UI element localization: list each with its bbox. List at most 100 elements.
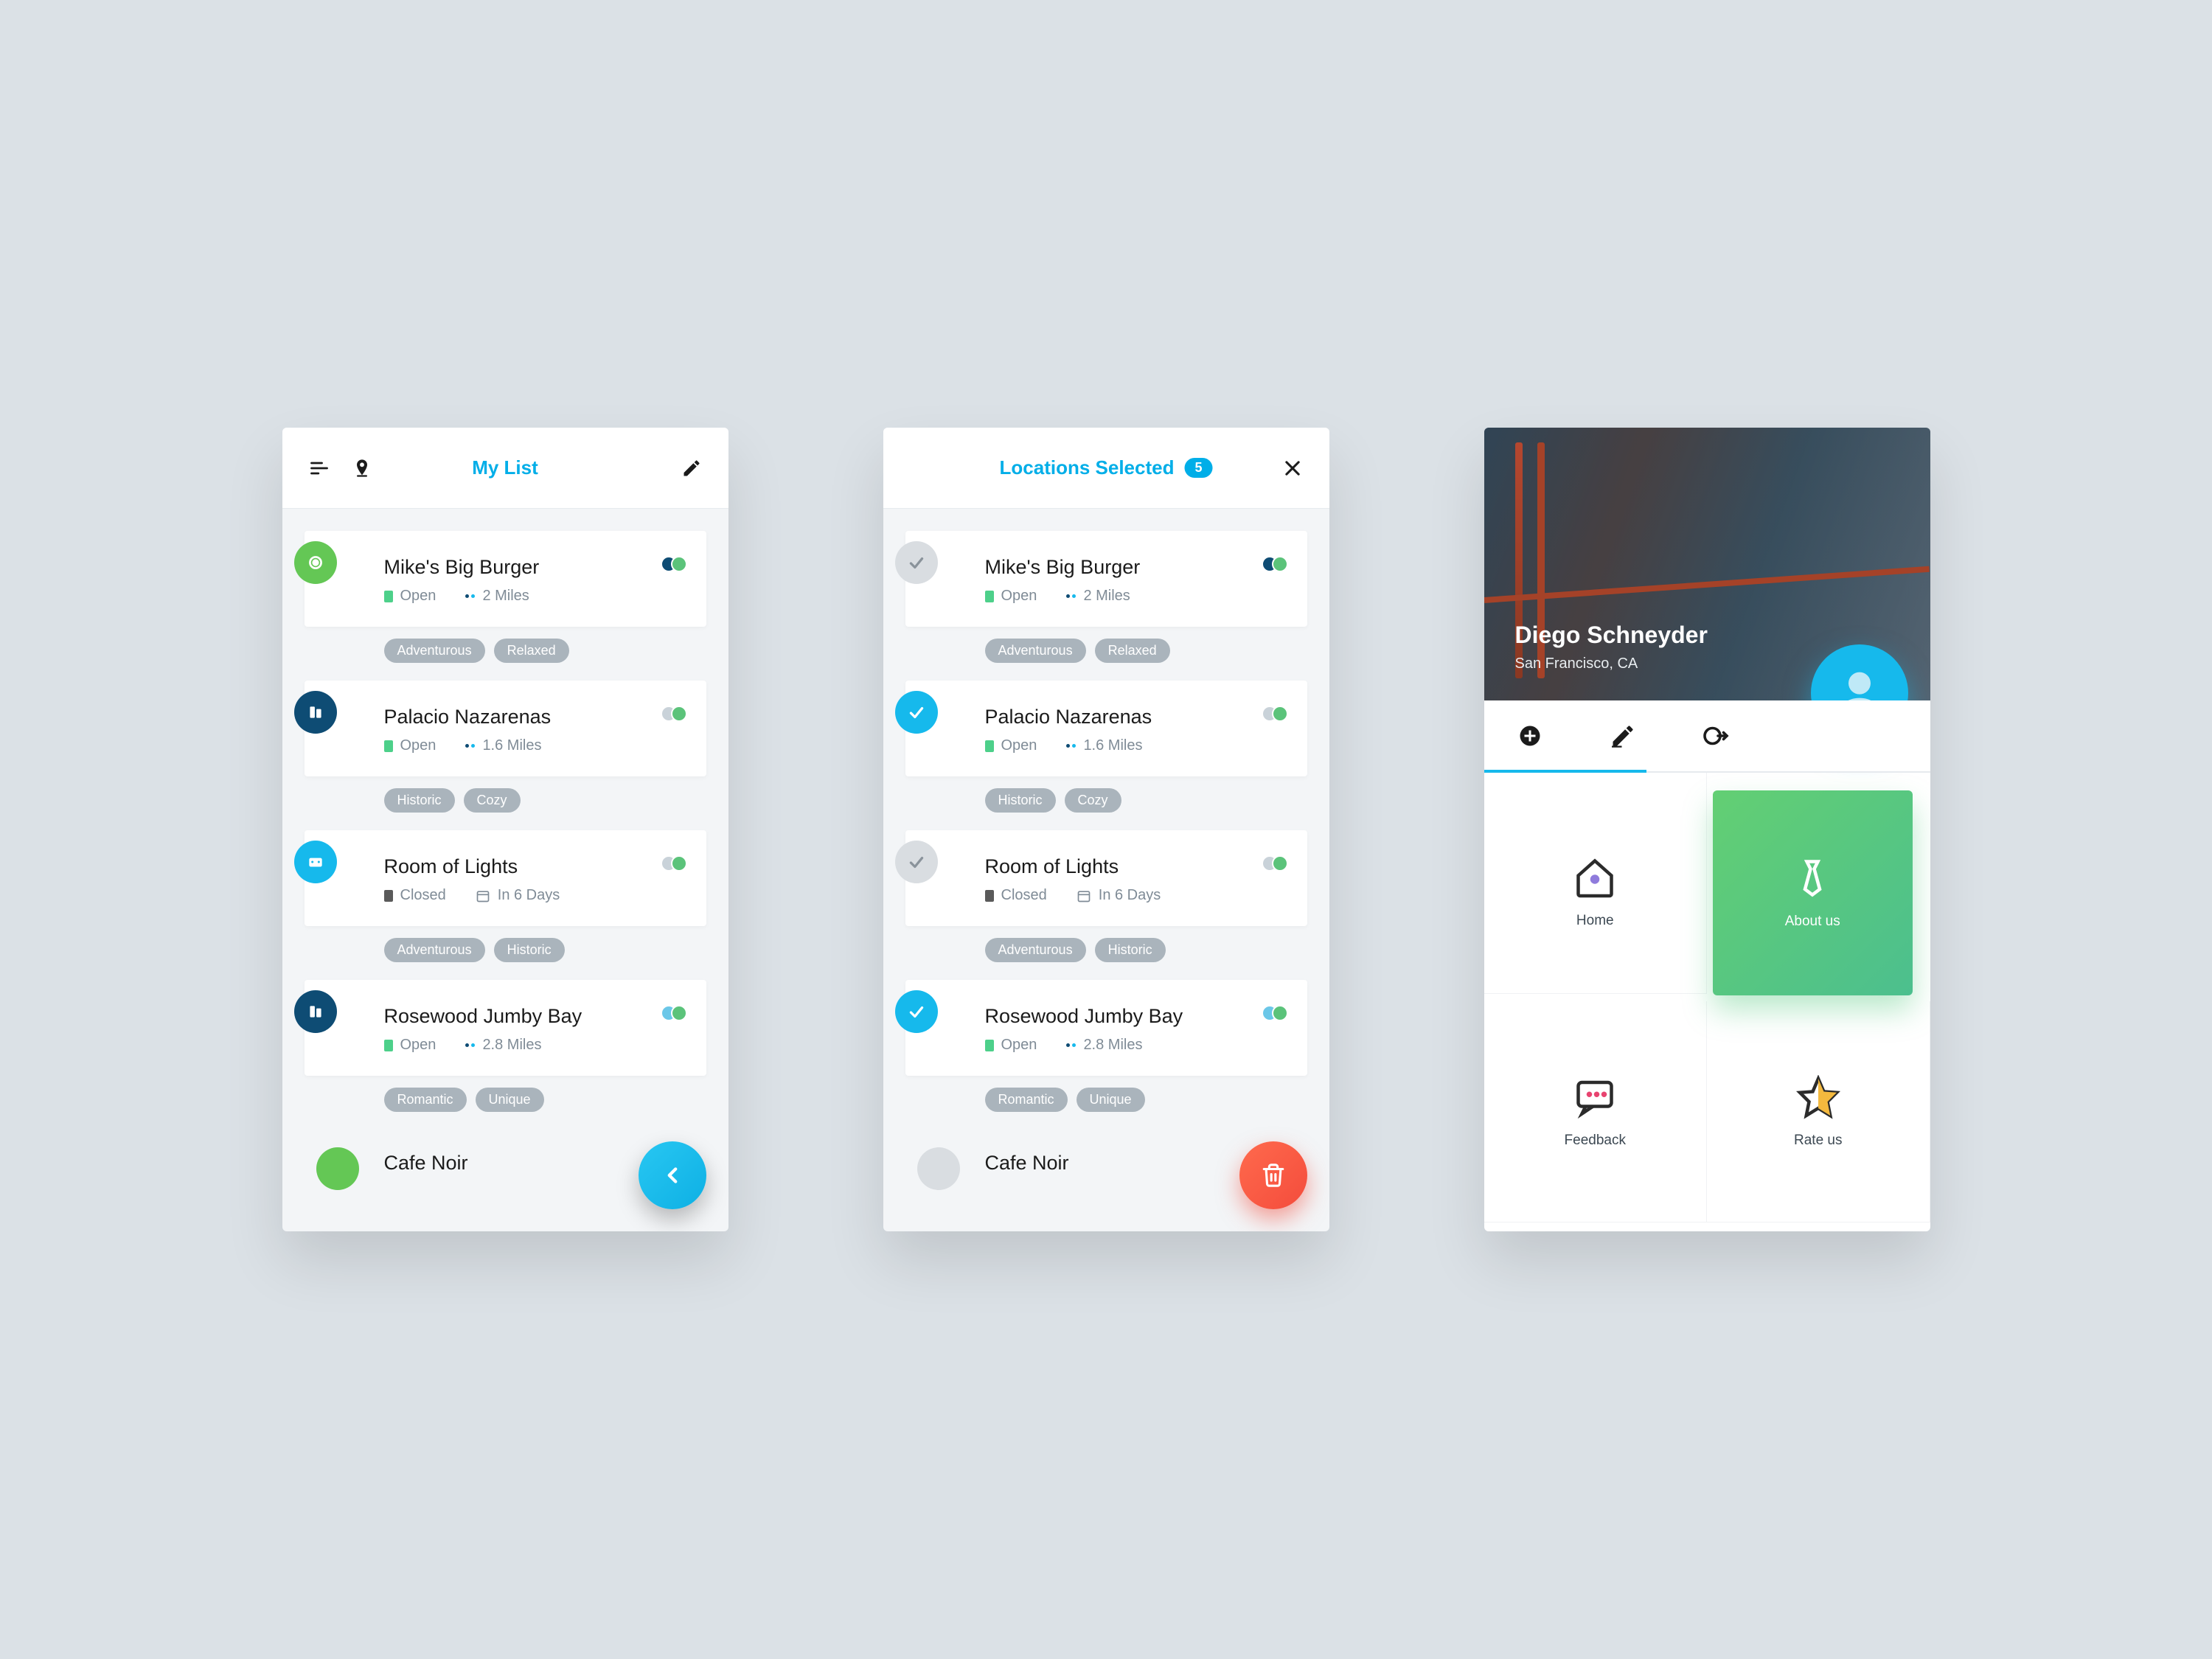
tile-label: Feedback [1565,1133,1626,1149]
list-item[interactable]: Mike's Big Burger Open 2 Miles [305,531,706,627]
location-list: Mike's Big Burger Open 2 Miles Adventuro… [883,509,1329,1175]
item-meta: Open 2.8 Miles [985,1037,1287,1054]
list-item[interactable]: Room of Lights Closed In 6 Days [305,830,706,926]
tag[interactable]: Historic [1095,938,1166,962]
fab-delete-button[interactable] [1239,1141,1307,1209]
attendee-avatars-icon [1267,556,1288,572]
chevron-left-icon [660,1163,685,1188]
list-item[interactable]: Rosewood Jumby Bay Open 2.8 Miles [305,980,706,1076]
tag[interactable]: Adventurous [384,938,485,962]
item-tags: Adventurous Historic [905,926,1307,980]
topbar: Locations Selected 5 [883,428,1329,509]
check-icon [907,852,926,872]
close-icon [1282,458,1303,479]
tag[interactable]: Adventurous [384,639,485,663]
tag[interactable]: Relaxed [494,639,569,663]
edit-icon [1610,723,1636,749]
tag[interactable]: Unique [1077,1088,1145,1112]
filter-icon[interactable] [305,453,334,483]
list-item[interactable]: Rosewood Jumby Bay Open 2.8 Miles [905,980,1307,1076]
tag[interactable]: Cozy [1065,788,1121,813]
item-title: Room of Lights [384,855,686,878]
tile-feedback[interactable]: Feedback [1484,1001,1708,1222]
action-add[interactable] [1517,723,1543,749]
tile-label: About us [1785,914,1840,930]
list-item[interactable]: Palacio Nazarenas Open 1.6 Miles [905,681,1307,776]
item-meta: Open 1.6 Miles [985,737,1287,754]
selection-checkbox[interactable] [895,541,938,584]
item-tags: Romantic Unique [905,1076,1307,1130]
tag[interactable]: Adventurous [985,938,1086,962]
attendee-avatars-icon [1267,1005,1288,1021]
item-tags: Adventurous Relaxed [905,627,1307,681]
item-title: Palacio Nazarenas [384,706,686,728]
item-meta: Open 2.8 Miles [384,1037,686,1054]
check-icon [907,703,926,722]
screen-profile: Diego Schneyder San Francisco, CA Home A… [1484,428,1930,1231]
home-icon [1573,855,1617,900]
tile-about-us[interactable]: About us [1713,790,1913,995]
edit-icon[interactable] [677,453,706,483]
item-meta: Closed In 6 Days [985,887,1287,904]
profile-actionbar [1484,700,1930,773]
screen-my-list: My List Mike's Big Burger Open 2 Miles A… [282,428,728,1231]
chat-icon [1573,1075,1617,1119]
tag[interactable]: Historic [384,788,455,813]
item-tags: Romantic Unique [305,1076,706,1130]
action-logout[interactable] [1703,723,1729,749]
list-item[interactable]: Room of Lights Closed In 6 Days [905,830,1307,926]
fab-back-button[interactable] [639,1141,706,1209]
category-badge-icon [294,841,337,883]
tag[interactable]: Historic [494,938,565,962]
tag[interactable]: Romantic [985,1088,1068,1112]
item-meta: Open 2 Miles [985,588,1287,605]
profile-name: Diego Schneyder [1515,622,1708,649]
item-tags: Adventurous Historic [305,926,706,980]
item-meta: Open 2 Miles [384,588,686,605]
tie-icon [1790,856,1834,900]
tag[interactable]: Historic [985,788,1056,813]
tag[interactable]: Adventurous [985,639,1086,663]
item-tags: Adventurous Relaxed [305,627,706,681]
topbar: My List [282,428,728,509]
action-edit[interactable] [1610,723,1636,749]
plus-circle-icon [1517,723,1543,749]
tag[interactable]: Romantic [384,1088,467,1112]
selection-checkbox[interactable] [895,841,938,883]
item-title: Room of Lights [985,855,1287,878]
list-item[interactable]: Palacio Nazarenas Open 1.6 Miles [305,681,706,776]
attendee-avatars-icon [667,706,687,722]
attendee-avatars-icon [1267,855,1288,872]
close-button[interactable] [1278,453,1307,483]
tag[interactable]: Relaxed [1095,639,1170,663]
item-tags: Historic Cozy [905,776,1307,830]
logout-icon [1703,723,1729,749]
profile-hero: Diego Schneyder San Francisco, CA [1484,428,1930,700]
item-meta: Closed In 6 Days [384,887,686,904]
page-title: My List [472,456,538,479]
item-meta: Open 1.6 Miles [384,737,686,754]
item-title: Rosewood Jumby Bay [985,1005,1287,1028]
selection-checkbox[interactable] [895,691,938,734]
tile-label: Home [1576,913,1614,929]
trash-icon [1261,1163,1286,1188]
category-badge-icon [294,541,337,584]
item-title: Rosewood Jumby Bay [384,1005,686,1028]
tag[interactable]: Cozy [464,788,521,813]
profile-location: San Francisco, CA [1515,655,1638,672]
tile-rate-us[interactable]: Rate us [1707,1001,1930,1222]
tag[interactable]: Unique [476,1088,544,1112]
tile-label: Rate us [1794,1133,1842,1149]
page-title: Locations Selected [1000,456,1175,479]
selection-checkbox[interactable] [895,990,938,1033]
attendee-avatars-icon [667,1005,687,1021]
tile-home[interactable]: Home [1484,773,1708,994]
check-icon [907,553,926,572]
star-icon [1796,1075,1840,1119]
list-item[interactable]: Mike's Big Burger Open 2 Miles [905,531,1307,627]
item-title: Mike's Big Burger [384,556,686,579]
selection-count-badge: 5 [1184,458,1212,478]
location-pin-icon[interactable] [347,453,377,483]
item-tags: Historic Cozy [305,776,706,830]
item-title: Palacio Nazarenas [985,706,1287,728]
